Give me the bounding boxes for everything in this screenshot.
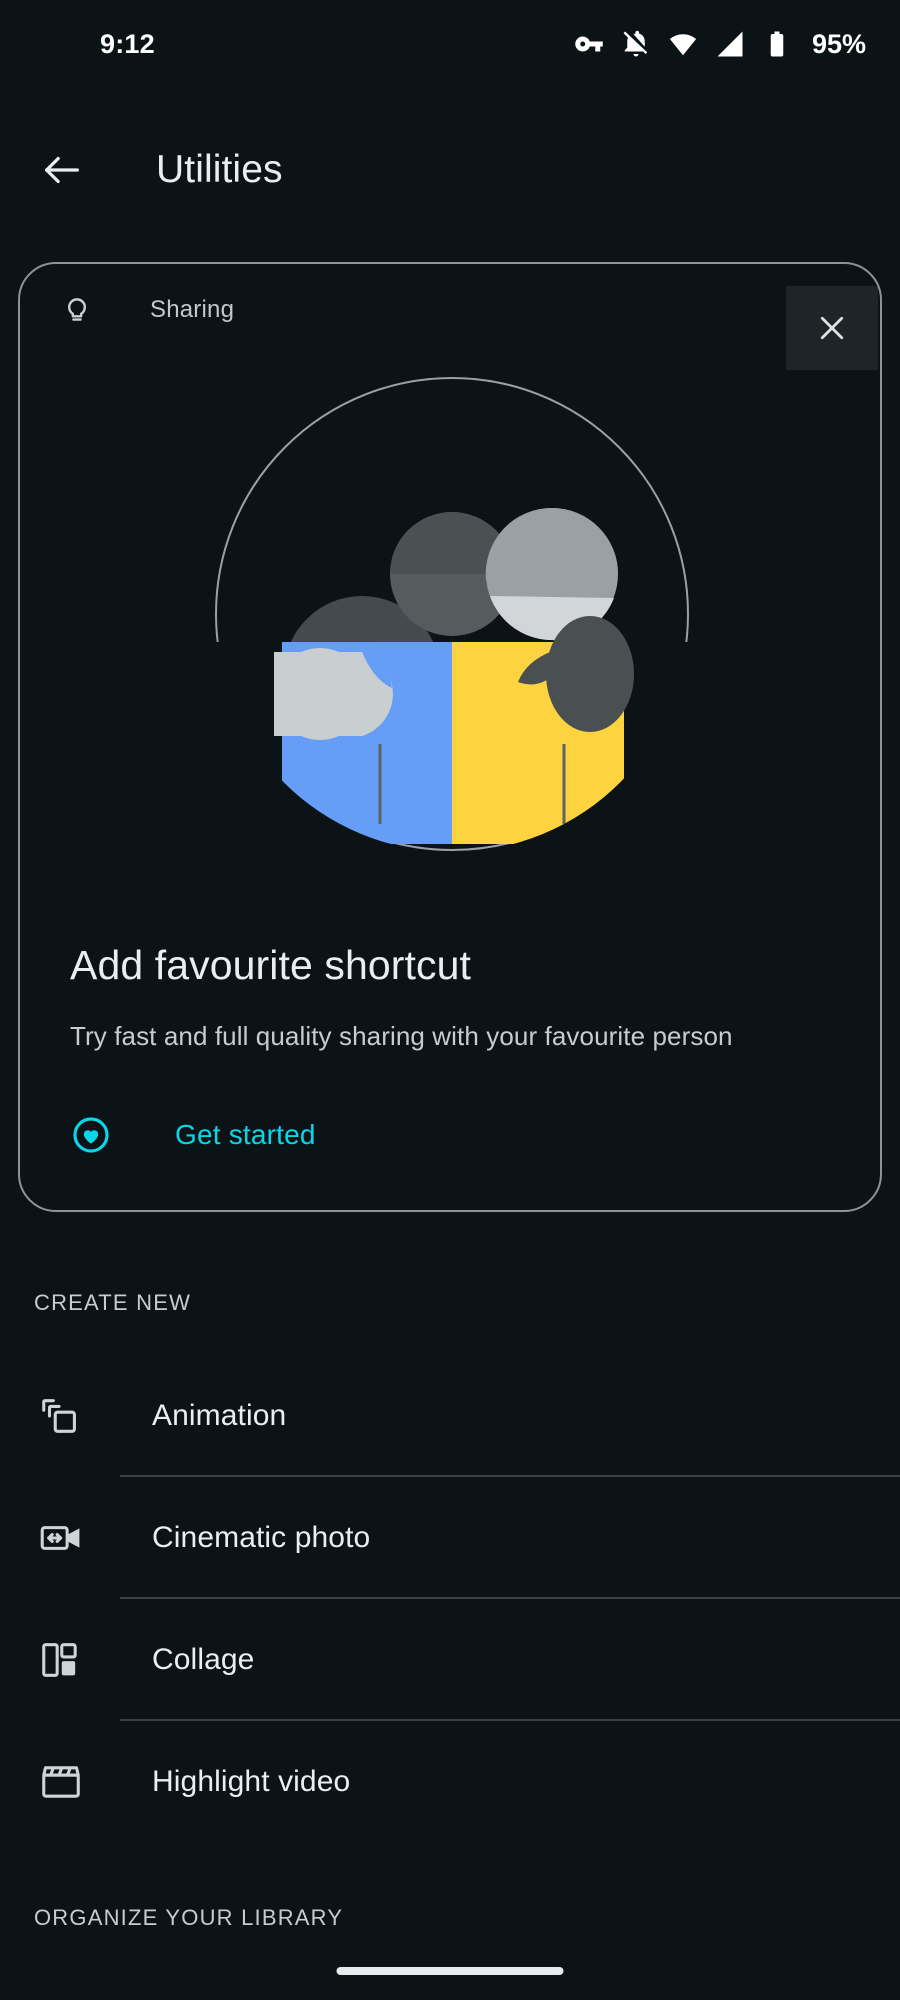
home-indicator[interactable] bbox=[336, 1967, 564, 1975]
video-camera-arrows-icon bbox=[34, 1511, 88, 1565]
list-item-cinematic-photo[interactable]: Cinematic photo bbox=[0, 1477, 900, 1599]
section-header-create-new: CREATE NEW bbox=[34, 1290, 192, 1315]
promo-title: Add favourite shortcut bbox=[70, 942, 472, 988]
notifications-muted-icon bbox=[621, 29, 651, 59]
promo-subtitle: Try fast and full quality sharing with y… bbox=[70, 1021, 733, 1051]
get-started-label: Get started bbox=[175, 1119, 316, 1150]
photos-utilities-screen: 9:12 95% Utilities Sharing Add favourite… bbox=[0, 0, 900, 2000]
list-item-animation[interactable]: Animation bbox=[0, 1355, 900, 1477]
close-icon[interactable] bbox=[786, 286, 878, 370]
two-people-hugging-illustration bbox=[20, 369, 880, 859]
clapperboard-icon bbox=[34, 1755, 88, 1809]
list-item-label: Animation bbox=[152, 1399, 287, 1432]
status-time: 9:12 bbox=[100, 28, 155, 59]
list-item-label: Highlight video bbox=[152, 1765, 351, 1798]
collage-grid-icon bbox=[34, 1633, 88, 1687]
battery-icon bbox=[762, 29, 792, 59]
app-bar: Utilities bbox=[0, 125, 900, 215]
promo-card-header: Sharing bbox=[20, 264, 880, 356]
status-bar: 9:12 95% bbox=[0, 0, 900, 88]
status-icons-group: 95% bbox=[574, 29, 866, 60]
back-arrow-icon[interactable] bbox=[32, 140, 92, 200]
promo-card[interactable]: Sharing Add favourite shortcut Try fast … bbox=[18, 262, 882, 1212]
wifi-icon bbox=[668, 29, 698, 59]
heart-in-circle-icon bbox=[70, 1114, 112, 1156]
list-item-collage[interactable]: Collage bbox=[0, 1599, 900, 1721]
get-started-action[interactable]: Get started bbox=[70, 1114, 316, 1156]
list-item-highlight-video[interactable]: Highlight video bbox=[0, 1721, 900, 1843]
layers-stack-icon bbox=[34, 1389, 88, 1443]
list-item-label: Collage bbox=[152, 1643, 255, 1676]
battery-percent-label: 95% bbox=[811, 28, 866, 59]
create-new-list: Animation Cinematic photo Collage Highli… bbox=[0, 1355, 900, 1843]
lightbulb-icon bbox=[56, 289, 98, 331]
cellular-signal-icon bbox=[715, 29, 745, 59]
promo-chip-label: Sharing bbox=[150, 296, 235, 323]
vpn-key-icon bbox=[574, 29, 604, 59]
list-item-label: Cinematic photo bbox=[152, 1521, 371, 1554]
section-header-organize-library: ORGANIZE YOUR LIBRARY bbox=[34, 1905, 344, 1930]
page-title: Utilities bbox=[156, 148, 283, 191]
